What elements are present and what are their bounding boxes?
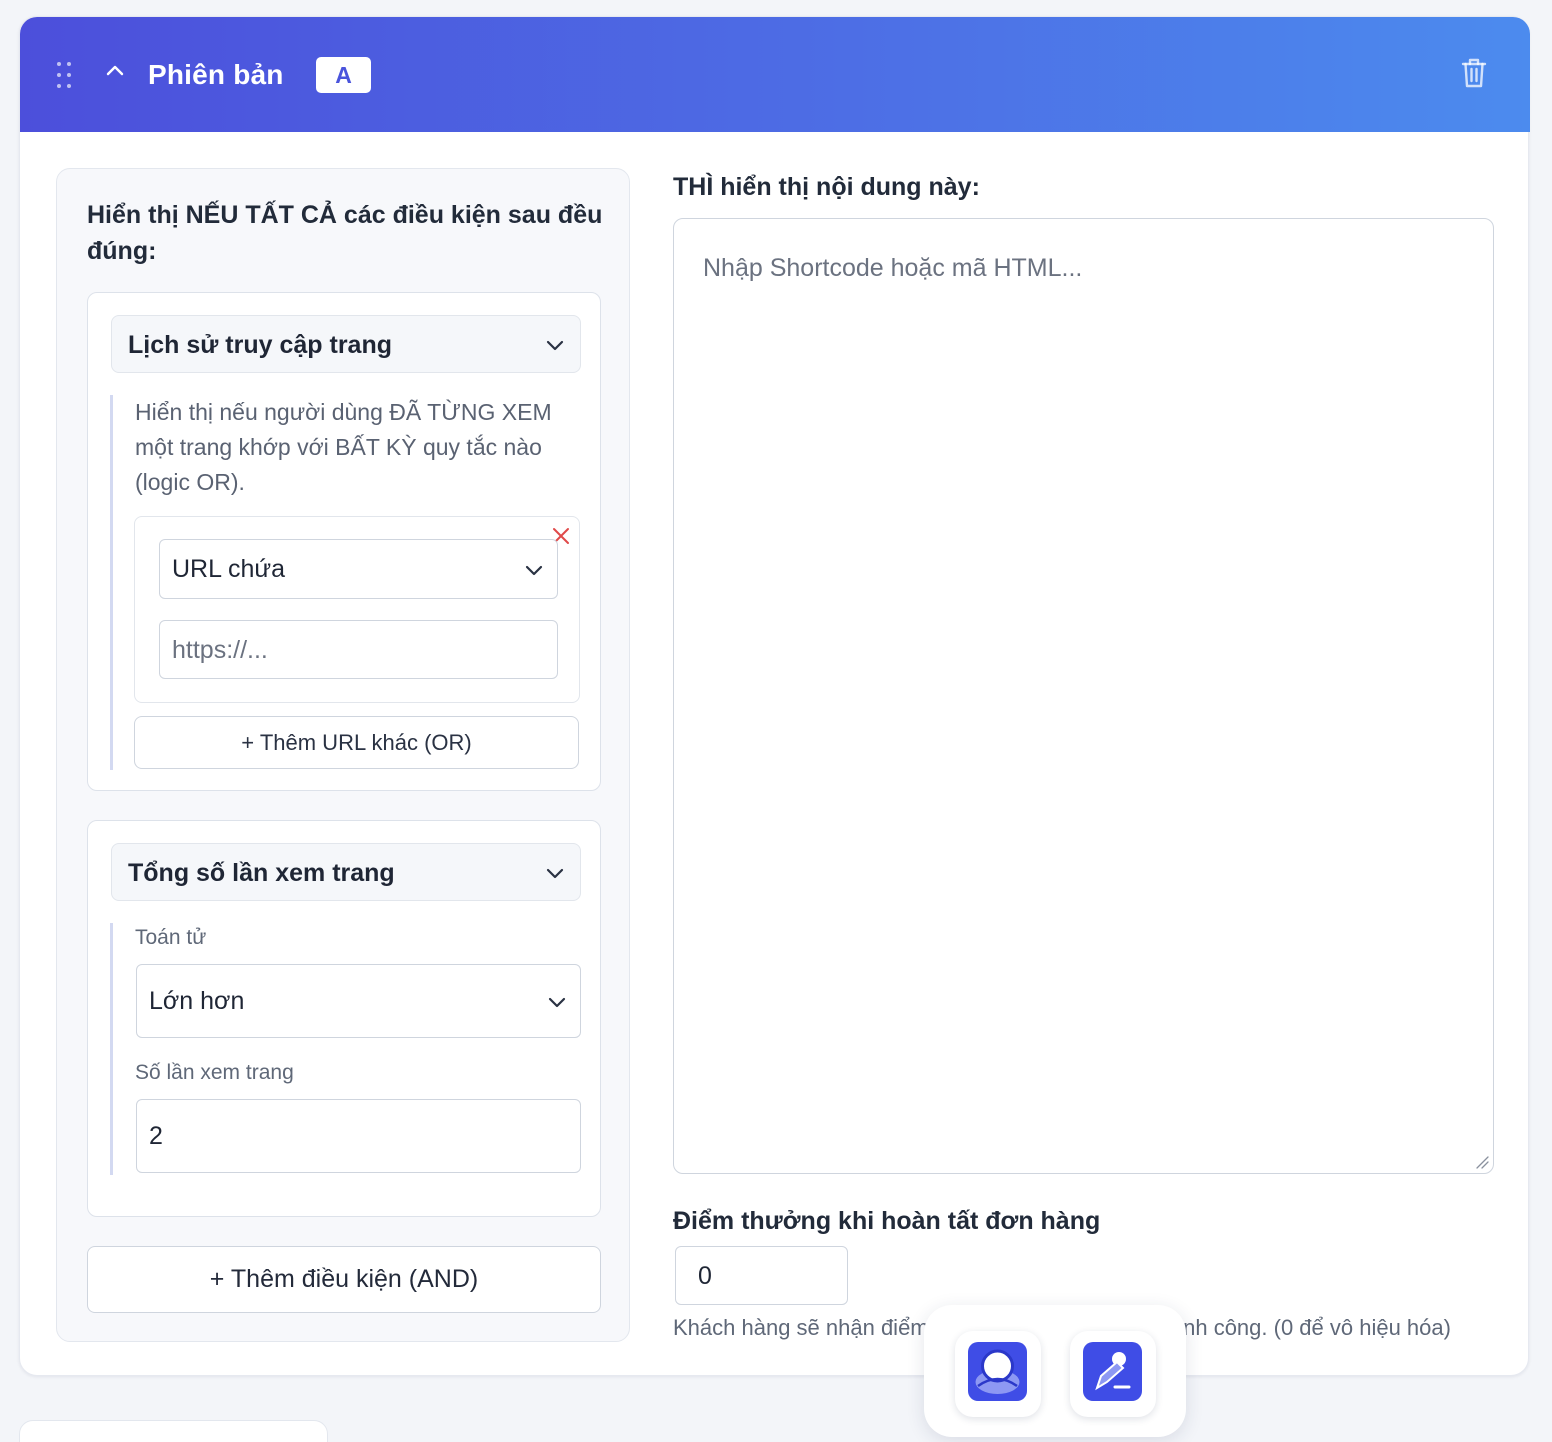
condition-type-label: Tổng số lần xem trang <box>128 859 395 887</box>
rule-divider <box>110 395 113 770</box>
condition-type-select[interactable]: Tổng số lần xem trang <box>111 843 581 901</box>
url-rule: URL chứa https://... <box>134 516 580 703</box>
profile-app-icon <box>968 1342 1027 1401</box>
floating-toolbar <box>924 1305 1186 1437</box>
resize-grip-icon[interactable] <box>1475 1155 1489 1169</box>
page-view-count-input[interactable]: 2 <box>136 1099 581 1173</box>
variant-card: Phiên bản A Hiển thị NẾU TẤT CẢ các điều… <box>19 16 1530 1376</box>
condition-page-history: Lịch sử truy cập trang Hiển thị nếu ngườ… <box>87 292 601 791</box>
conditions-panel: Hiển thị NẾU TẤT CẢ các điều kiện sau đề… <box>56 168 630 1342</box>
page-view-count-label: Số lần xem trang <box>135 1061 294 1084</box>
content-placeholder: Nhập Shortcode hoặc mã HTML... <box>703 254 1083 282</box>
condition-description: Hiển thị nếu người dùng ĐÃ TỪNG XEM một … <box>135 399 552 495</box>
drag-handle-icon[interactable] <box>56 61 74 89</box>
chevron-down-icon <box>525 565 543 576</box>
chevron-down-icon <box>548 997 566 1008</box>
next-variant-card <box>19 1420 328 1442</box>
variant-badge: A <box>316 57 371 93</box>
content-textarea[interactable]: Nhập Shortcode hoặc mã HTML... <box>673 218 1494 1174</box>
conditions-heading: Hiển thị NẾU TẤT CẢ các điều kiện sau đề… <box>87 201 603 265</box>
add-url-button[interactable]: + Thêm URL khác (OR) <box>134 716 579 769</box>
chevron-down-icon <box>546 868 564 879</box>
page-view-count-value: 2 <box>149 1122 163 1150</box>
url-placeholder: https://... <box>172 636 268 664</box>
reward-points-value: 0 <box>698 1262 712 1290</box>
url-input[interactable]: https://... <box>159 620 558 679</box>
condition-type-select[interactable]: Lịch sử truy cập trang <box>111 315 581 373</box>
reward-points-input[interactable]: 0 <box>675 1246 848 1305</box>
operator-value: Lớn hơn <box>149 987 245 1015</box>
operator-label: Toán tử <box>135 926 207 949</box>
url-match-select[interactable]: URL chứa <box>159 539 558 599</box>
condition-type-label: Lịch sử truy cập trang <box>128 331 392 359</box>
variant-title: Phiên bản <box>148 59 284 90</box>
edit-design-button[interactable] <box>1070 1331 1156 1417</box>
chevron-up-icon[interactable] <box>104 59 126 81</box>
variant-header: Phiên bản A <box>20 17 1530 132</box>
add-condition-button[interactable]: + Thêm điều kiện (AND) <box>87 1246 601 1313</box>
chevron-down-icon <box>546 340 564 351</box>
edit-design-icon <box>1083 1342 1142 1401</box>
reward-points-heading: Điểm thưởng khi hoàn tất đơn hàng <box>673 1207 1101 1235</box>
profile-app-button[interactable] <box>955 1331 1041 1417</box>
reward-points-help-left: Khách hàng sẽ nhận điểm <box>673 1315 929 1340</box>
trash-icon[interactable] <box>1460 57 1488 89</box>
url-match-value: URL chứa <box>172 555 286 583</box>
operator-select[interactable]: Lớn hơn <box>136 964 581 1038</box>
reward-points-help-right: hành công. (0 để vô hiệu hóa) <box>1158 1315 1451 1340</box>
content-heading: THÌ hiển thị nội dung này: <box>673 173 980 201</box>
condition-page-views: Tổng số lần xem trang Toán tử Lớn hơn Số… <box>87 820 601 1217</box>
rule-divider <box>110 923 113 1175</box>
